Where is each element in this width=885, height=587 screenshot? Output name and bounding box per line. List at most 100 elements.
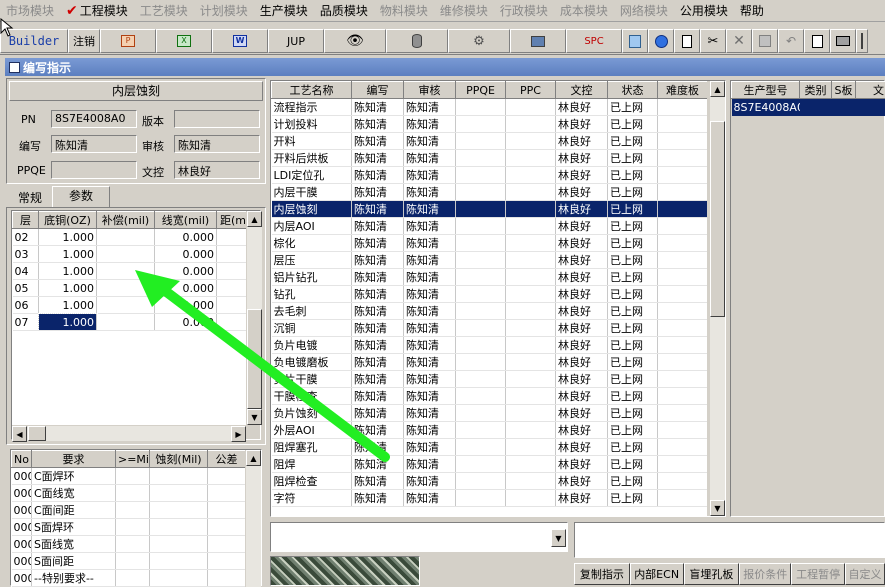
table-cell[interactable]: [658, 456, 708, 473]
table-cell[interactable]: [658, 201, 708, 218]
table-cell[interactable]: 林良好: [556, 99, 608, 116]
table-cell[interactable]: [456, 456, 506, 473]
menu-item-11[interactable]: 公用模块: [674, 2, 734, 19]
table-cell[interactable]: [456, 201, 506, 218]
table-cell[interactable]: [658, 320, 708, 337]
table-cell[interactable]: 陈知清: [352, 150, 404, 167]
table-cell[interactable]: 林良好: [556, 252, 608, 269]
table-cell[interactable]: [658, 133, 708, 150]
table-cell[interactable]: [97, 229, 155, 246]
table-cell[interactable]: [456, 337, 506, 354]
ppqe-field[interactable]: [51, 161, 137, 179]
tab-parameters[interactable]: 参数: [52, 186, 110, 208]
table-cell[interactable]: [456, 252, 506, 269]
table-row[interactable]: 031.0000.000: [13, 246, 247, 263]
jup-button[interactable]: JUP: [268, 29, 324, 53]
column-header[interactable]: 状态: [608, 82, 658, 99]
table-row[interactable]: 000C面焊环: [12, 468, 246, 485]
table-cell[interactable]: 陈知清: [352, 201, 404, 218]
table-cell[interactable]: [506, 473, 556, 490]
table-cell[interactable]: [506, 167, 556, 184]
table-cell[interactable]: 陈知清: [352, 235, 404, 252]
menu-item-0[interactable]: 市场模块: [0, 2, 60, 19]
table-cell[interactable]: 林良好: [556, 337, 608, 354]
table-cell[interactable]: 已上网: [608, 184, 658, 201]
bottom-button-1[interactable]: 内部ECN: [630, 563, 684, 585]
menu-item-2[interactable]: 工艺模块: [134, 2, 194, 19]
table-cell[interactable]: [506, 354, 556, 371]
column-header[interactable]: PPC: [506, 82, 556, 99]
table-cell[interactable]: 陈知清: [404, 269, 456, 286]
table-cell[interactable]: [658, 99, 708, 116]
table-cell[interactable]: 000: [12, 502, 32, 519]
author-field[interactable]: 陈知清: [51, 135, 137, 153]
table-cell[interactable]: 内层蚀刻: [272, 201, 352, 218]
table-cell[interactable]: [456, 184, 506, 201]
table-cell[interactable]: 1.000: [39, 297, 97, 314]
menu-item-7[interactable]: 维修模块: [434, 2, 494, 19]
table-cell[interactable]: [658, 167, 708, 184]
column-header[interactable]: 距(mi: [217, 212, 247, 229]
table-cell[interactable]: [506, 371, 556, 388]
table-cell[interactable]: 陈知清: [404, 116, 456, 133]
table-cell[interactable]: [658, 337, 708, 354]
table-cell[interactable]: S面焊环: [32, 519, 116, 536]
column-header[interactable]: 补偿(mil): [97, 212, 155, 229]
table-cell[interactable]: [116, 536, 150, 553]
table-cell[interactable]: C面间距: [32, 502, 116, 519]
tab-general[interactable]: 常规: [8, 189, 52, 208]
table-cell[interactable]: 02: [13, 229, 39, 246]
table-cell[interactable]: [208, 502, 246, 519]
table-cell[interactable]: 000: [12, 468, 32, 485]
table-cell[interactable]: 陈知清: [404, 473, 456, 490]
table-cell[interactable]: [116, 468, 150, 485]
column-header[interactable]: 线宽(mil): [155, 212, 217, 229]
table-cell[interactable]: [658, 405, 708, 422]
table-cell[interactable]: [658, 116, 708, 133]
process-vscrollbar[interactable]: ▲ ▼: [709, 81, 725, 516]
table-cell[interactable]: [456, 235, 506, 252]
column-header[interactable]: 层: [13, 212, 39, 229]
table-cell[interactable]: 8S7E4008A0: [732, 99, 800, 116]
table-cell[interactable]: 林良好: [556, 439, 608, 456]
computer-button[interactable]: [510, 29, 566, 53]
table-cell[interactable]: [506, 133, 556, 150]
table-cell[interactable]: 陈知清: [404, 99, 456, 116]
table-cell[interactable]: 陈知清: [404, 388, 456, 405]
table-cell[interactable]: 陈知清: [352, 184, 404, 201]
table-cell[interactable]: 07: [13, 314, 39, 331]
table-cell[interactable]: 已上网: [608, 439, 658, 456]
version-field[interactable]: [174, 110, 260, 128]
table-cell[interactable]: [506, 218, 556, 235]
menu-item-5[interactable]: 品质模块: [314, 2, 374, 19]
table-cell[interactable]: [456, 150, 506, 167]
table-cell[interactable]: 棕化: [272, 235, 352, 252]
table-cell[interactable]: 计划投料: [272, 116, 352, 133]
table-cell[interactable]: 林良好: [556, 422, 608, 439]
table-cell[interactable]: 陈知清: [404, 167, 456, 184]
table-cell[interactable]: 林良好: [556, 303, 608, 320]
table-cell[interactable]: 陈知清: [404, 422, 456, 439]
table-cell[interactable]: 陈知清: [404, 456, 456, 473]
note-combo[interactable]: ▼: [270, 522, 568, 552]
table-cell[interactable]: 陈知清: [404, 490, 456, 507]
table-row[interactable]: 8S7E4008A0: [732, 99, 885, 116]
table-cell[interactable]: C面焊环: [32, 468, 116, 485]
view-button[interactable]: 👁: [324, 29, 386, 53]
table-cell[interactable]: 1.000: [39, 280, 97, 297]
undo-button[interactable]: ↶: [778, 29, 804, 53]
table-cell[interactable]: [150, 468, 208, 485]
review-field[interactable]: 陈知清: [174, 135, 260, 153]
table-cell[interactable]: 陈知清: [352, 99, 404, 116]
toolbar-more[interactable]: [856, 29, 868, 53]
table-cell[interactable]: 林良好: [556, 269, 608, 286]
table-cell[interactable]: 陈知清: [404, 320, 456, 337]
table-cell[interactable]: 已上网: [608, 320, 658, 337]
table-cell[interactable]: 开料: [272, 133, 352, 150]
table-cell[interactable]: 陈知清: [404, 150, 456, 167]
table-cell[interactable]: [456, 439, 506, 456]
word-button[interactable]: W: [212, 29, 268, 53]
menu-item-10[interactable]: 网络模块: [614, 2, 674, 19]
table-cell[interactable]: 0.000: [155, 229, 217, 246]
table-cell[interactable]: [150, 570, 208, 587]
